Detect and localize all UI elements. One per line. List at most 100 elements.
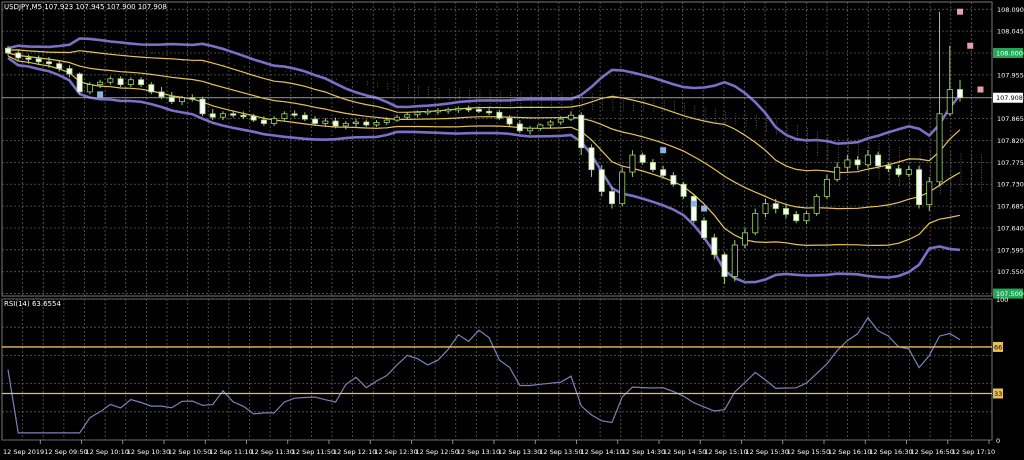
rsi-title: RSI(14) 63.6554 — [4, 300, 61, 308]
candle-body — [56, 63, 63, 69]
candle-body — [629, 154, 636, 173]
x-tick-label: 12 Sep 10:30 — [127, 448, 170, 456]
candle-body — [86, 84, 93, 93]
candle-body — [752, 212, 759, 234]
candle-body — [946, 89, 953, 115]
y-tick-label: 107.820 — [997, 137, 1024, 145]
candle-body — [557, 118, 564, 123]
x-tick-label: 12 Sep 11:50 — [292, 448, 335, 456]
candle-body — [721, 254, 728, 277]
signal-marker — [97, 91, 104, 98]
x-tick-label: 12 Sep 14:10 — [581, 448, 624, 456]
candle-body — [445, 108, 452, 112]
signal-marker — [660, 147, 667, 154]
x-tick-label: 12 Sep 14:50 — [663, 448, 706, 456]
candle-body — [117, 78, 124, 86]
price-label-text: 107.908 — [996, 94, 1023, 102]
candle-body — [465, 108, 472, 111]
candle-body — [834, 166, 841, 180]
price-chart[interactable]: 108.090 108.045 108.000 107.955 107.908 107.8… — [0, 0, 1024, 460]
candle-body — [240, 114, 247, 118]
x-tick-label: 12 Sep 15:30 — [746, 448, 789, 456]
candle-body — [35, 58, 42, 63]
candle-body — [230, 113, 237, 116]
envelope-upper-line — [7, 49, 961, 174]
candle-body — [291, 113, 298, 116]
candle-body — [731, 244, 738, 277]
candle-body — [199, 98, 206, 115]
candle-body — [281, 113, 288, 120]
rsi-axis-label: 0 — [996, 437, 1000, 445]
candle-body — [486, 110, 493, 114]
candle-body — [639, 154, 646, 163]
candle-body — [711, 237, 718, 256]
candle-body — [107, 78, 114, 83]
x-tick-label: 12 Sep 10:10 — [86, 448, 129, 456]
candle-body — [885, 165, 892, 170]
candle-body — [568, 114, 575, 120]
candle-body — [506, 117, 513, 125]
y-tick-label: 107.685 — [997, 203, 1024, 211]
candle-body — [844, 159, 851, 168]
candle-body — [803, 212, 810, 222]
envelope-middle-line — [7, 52, 961, 210]
candle-body — [516, 123, 523, 132]
x-tick-label: 12 Sep 10:50 — [168, 448, 211, 456]
x-tick-label: 12 Sep 15:50 — [787, 448, 830, 456]
rsi-level-label: 66 — [994, 343, 1002, 351]
candle-body — [322, 120, 329, 124]
rsi-line — [7, 316, 961, 434]
candle-body — [782, 208, 789, 215]
candle-body — [619, 171, 626, 205]
candle-body — [772, 203, 779, 209]
candle-body — [527, 127, 534, 132]
candle-body — [895, 168, 902, 175]
x-tick-label: 12 Sep 13:10 — [457, 448, 500, 456]
candle-body — [250, 115, 257, 121]
candle-body — [414, 111, 421, 116]
candle-body — [701, 220, 708, 239]
candle-body — [854, 159, 861, 166]
candle-body — [404, 114, 411, 118]
candle-body — [660, 169, 667, 176]
candle-body — [66, 68, 73, 75]
x-tick-label: 12 Sep 13:30 — [498, 448, 541, 456]
candle-body — [271, 118, 278, 124]
signal-marker — [967, 42, 974, 49]
x-tick-label: 12 Sep 2019 — [3, 448, 44, 456]
candle-body — [97, 81, 104, 86]
candle-body — [301, 114, 308, 120]
candle-body — [649, 161, 656, 171]
candle-body — [332, 120, 339, 127]
candle-body — [762, 203, 769, 214]
x-tick-label: 12 Sep 16:10 — [828, 448, 871, 456]
candle-body — [588, 147, 595, 171]
x-tick-label: 12 Sep 11:30 — [251, 448, 294, 456]
candle-body — [353, 121, 360, 124]
x-tick-label: 12 Sep 14:30 — [622, 448, 665, 456]
x-tick-label: 12 Sep 12:50 — [416, 448, 459, 456]
x-tick-label: 12 Sep 15:10 — [704, 448, 747, 456]
candle-body — [475, 108, 482, 112]
y-tick-label: 107.550 — [997, 268, 1024, 276]
candle-body — [260, 119, 267, 124]
x-tick-label: 12 Sep 12:30 — [374, 448, 417, 456]
signal-marker — [957, 8, 963, 15]
candle-body — [496, 111, 503, 119]
candle-body — [926, 181, 933, 206]
candle-body — [363, 121, 370, 126]
y-tick-label: 107.595 — [997, 246, 1024, 254]
candle-body — [383, 119, 390, 123]
candle-body — [5, 47, 11, 54]
candle-body — [25, 57, 32, 60]
candle-body — [680, 183, 687, 197]
x-tick-label: 12 Sep 17:10 — [952, 448, 995, 456]
candle-body — [916, 169, 923, 206]
candle-body — [158, 91, 165, 98]
signal-marker — [977, 86, 984, 93]
signal-marker — [690, 200, 697, 207]
candle-body — [823, 178, 830, 197]
candle-body — [537, 124, 544, 129]
candle-body — [127, 79, 134, 86]
x-tick-label: 12 Sep 12:10 — [333, 448, 376, 456]
